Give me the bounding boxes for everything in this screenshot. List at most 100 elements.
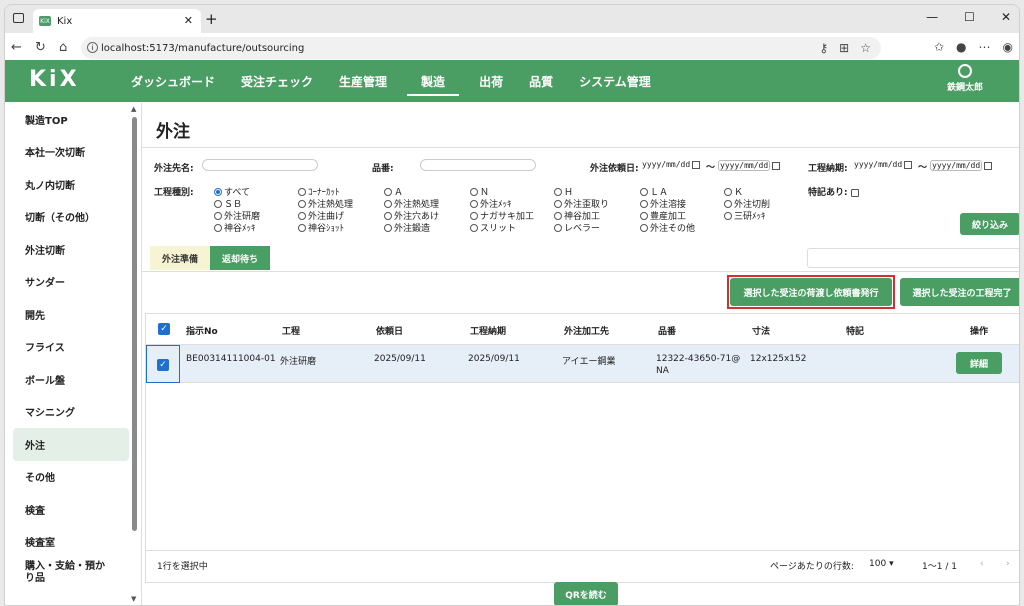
- filter-button[interactable]: 絞り込み: [960, 213, 1019, 235]
- radio-icon[interactable]: [384, 211, 392, 220]
- radio-icon[interactable]: [640, 211, 648, 220]
- menu-order-check[interactable]: 受注チェック: [231, 60, 323, 102]
- sidebar-item[interactable]: 切断（その他）: [13, 201, 129, 234]
- radio-icon[interactable]: [214, 211, 222, 220]
- row-checkbox[interactable]: ✓: [157, 359, 169, 371]
- menu-system[interactable]: システム管理: [569, 60, 661, 102]
- process-type-radio[interactable]: 神谷ﾒｯｷ: [214, 221, 256, 234]
- sidebar-item[interactable]: 製造TOP: [13, 103, 129, 136]
- sidebar-item[interactable]: 開先: [13, 298, 129, 331]
- search-input[interactable]: [807, 248, 1019, 268]
- process-type-radio[interactable]: 外注その他: [640, 221, 695, 234]
- radio-icon[interactable]: [724, 211, 732, 220]
- radio-icon[interactable]: [214, 223, 222, 232]
- sidebar-item[interactable]: その他: [13, 461, 129, 494]
- radio-icon[interactable]: [214, 187, 222, 196]
- radio-icon[interactable]: [470, 199, 478, 208]
- sidebar-item[interactable]: マシニング: [13, 396, 129, 429]
- special-checkbox[interactable]: [850, 188, 859, 197]
- key-icon[interactable]: ⚷: [819, 41, 828, 55]
- home-icon[interactable]: ⌂: [59, 40, 67, 55]
- col-header[interactable]: 指示No: [186, 324, 218, 337]
- select-all-checkbox[interactable]: ✓: [158, 323, 170, 335]
- tab-actions-icon[interactable]: [13, 13, 24, 23]
- radio-icon[interactable]: [554, 187, 562, 196]
- menu-production[interactable]: 生産管理: [329, 60, 397, 102]
- col-header[interactable]: 工程: [282, 324, 300, 337]
- more-icon[interactable]: ⋯: [979, 40, 991, 54]
- radio-icon[interactable]: [724, 199, 732, 208]
- col-header[interactable]: 依頼日: [376, 324, 403, 337]
- minimize-icon[interactable]: —: [926, 10, 938, 24]
- menu-manufacturing[interactable]: 製造: [403, 60, 463, 102]
- radio-icon[interactable]: [298, 199, 306, 208]
- menu-shipping[interactable]: 出荷: [469, 60, 513, 102]
- col-header[interactable]: 寸法: [752, 324, 770, 337]
- process-type-radio[interactable]: スリット: [470, 221, 516, 234]
- radio-icon[interactable]: [554, 223, 562, 232]
- due-date-from[interactable]: yyyy/mm/dd: [854, 160, 913, 169]
- col-header[interactable]: 特記: [846, 324, 864, 337]
- sidebar-item[interactable]: フライス: [13, 331, 129, 364]
- browser-tab[interactable]: KiX Kix ✕: [33, 9, 201, 33]
- calendar-icon[interactable]: [772, 161, 781, 170]
- radio-icon[interactable]: [384, 223, 392, 232]
- reader-icon[interactable]: ⊞: [839, 41, 849, 55]
- menu-quality[interactable]: 品質: [519, 60, 563, 102]
- process-type-radio[interactable]: 神谷ｼｮｯﾄ: [298, 221, 344, 234]
- process-type-radio[interactable]: レベラー: [554, 221, 600, 234]
- table-row[interactable]: ✓ BE00314111004-01 外注研磨 2025/09/11 2025/…: [146, 345, 1019, 383]
- process-type-radio[interactable]: 外注鍛造: [384, 221, 430, 234]
- radio-icon[interactable]: [640, 223, 648, 232]
- new-tab-icon[interactable]: +: [205, 10, 218, 28]
- scroll-down-icon[interactable]: ▼: [131, 595, 136, 603]
- radio-icon[interactable]: [298, 211, 306, 220]
- site-info-icon[interactable]: i: [87, 42, 98, 53]
- refresh-icon[interactable]: ↻: [35, 40, 46, 55]
- radio-icon[interactable]: [470, 187, 478, 196]
- calendar-icon[interactable]: [984, 161, 993, 170]
- col-header[interactable]: 工程納期: [470, 324, 506, 337]
- sidebar-item[interactable]: 検査: [13, 493, 129, 526]
- rows-per-page-select[interactable]: 100 ▾: [869, 559, 894, 569]
- radio-icon[interactable]: [298, 187, 306, 196]
- tab-preparation[interactable]: 外注準備: [150, 246, 211, 270]
- sidebar-item[interactable]: 購入・支給・預かり品: [13, 558, 113, 588]
- request-date-to[interactable]: yyyy/mm/dd: [718, 160, 781, 171]
- vendor-input[interactable]: [202, 159, 318, 171]
- sidebar-item[interactable]: サンダー: [13, 266, 129, 299]
- sidebar-item[interactable]: 検査室: [13, 526, 129, 559]
- request-date-from[interactable]: yyyy/mm/dd: [642, 160, 701, 169]
- col-header[interactable]: 外注加工先: [564, 324, 609, 337]
- calendar-icon[interactable]: [692, 160, 701, 169]
- col-header[interactable]: 品番: [658, 324, 676, 337]
- sidebar-item[interactable]: ボール盤: [13, 363, 129, 396]
- scroll-up-icon[interactable]: ▲: [131, 105, 136, 113]
- url-field[interactable]: i localhost:5173/manufacture/outsourcing…: [81, 37, 881, 59]
- user-menu[interactable]: 鉄鋼太郎: [947, 64, 983, 93]
- app-logo[interactable]: KiX: [29, 67, 80, 92]
- sidebar-item[interactable]: 外注切断: [13, 233, 129, 266]
- radio-icon[interactable]: [470, 223, 478, 232]
- back-icon[interactable]: ←: [11, 40, 22, 55]
- radio-icon[interactable]: [470, 211, 478, 220]
- menu-dashboard[interactable]: ダッシュボード: [121, 60, 225, 102]
- qr-read-button[interactable]: QRを読む: [554, 582, 618, 605]
- detail-button[interactable]: 詳細: [956, 352, 1002, 374]
- radio-icon[interactable]: [384, 187, 392, 196]
- prev-page-icon[interactable]: ‹: [980, 559, 984, 569]
- close-tab-icon[interactable]: ✕: [184, 14, 193, 27]
- sidebar-scrollbar[interactable]: [132, 117, 137, 531]
- favorites-list-icon[interactable]: ✩: [934, 40, 944, 54]
- part-input[interactable]: [420, 159, 536, 171]
- radio-icon[interactable]: [724, 187, 732, 196]
- due-date-to[interactable]: yyyy/mm/dd: [930, 160, 993, 171]
- radio-icon[interactable]: [640, 199, 648, 208]
- sidebar-item[interactable]: 丸ノ内切断: [13, 168, 129, 201]
- radio-icon[interactable]: [214, 199, 222, 208]
- close-window-icon[interactable]: ✕: [1001, 10, 1011, 24]
- radio-icon[interactable]: [554, 211, 562, 220]
- profile-icon[interactable]: ●: [956, 40, 966, 54]
- radio-icon[interactable]: [298, 223, 306, 232]
- next-page-icon[interactable]: ›: [1006, 559, 1010, 569]
